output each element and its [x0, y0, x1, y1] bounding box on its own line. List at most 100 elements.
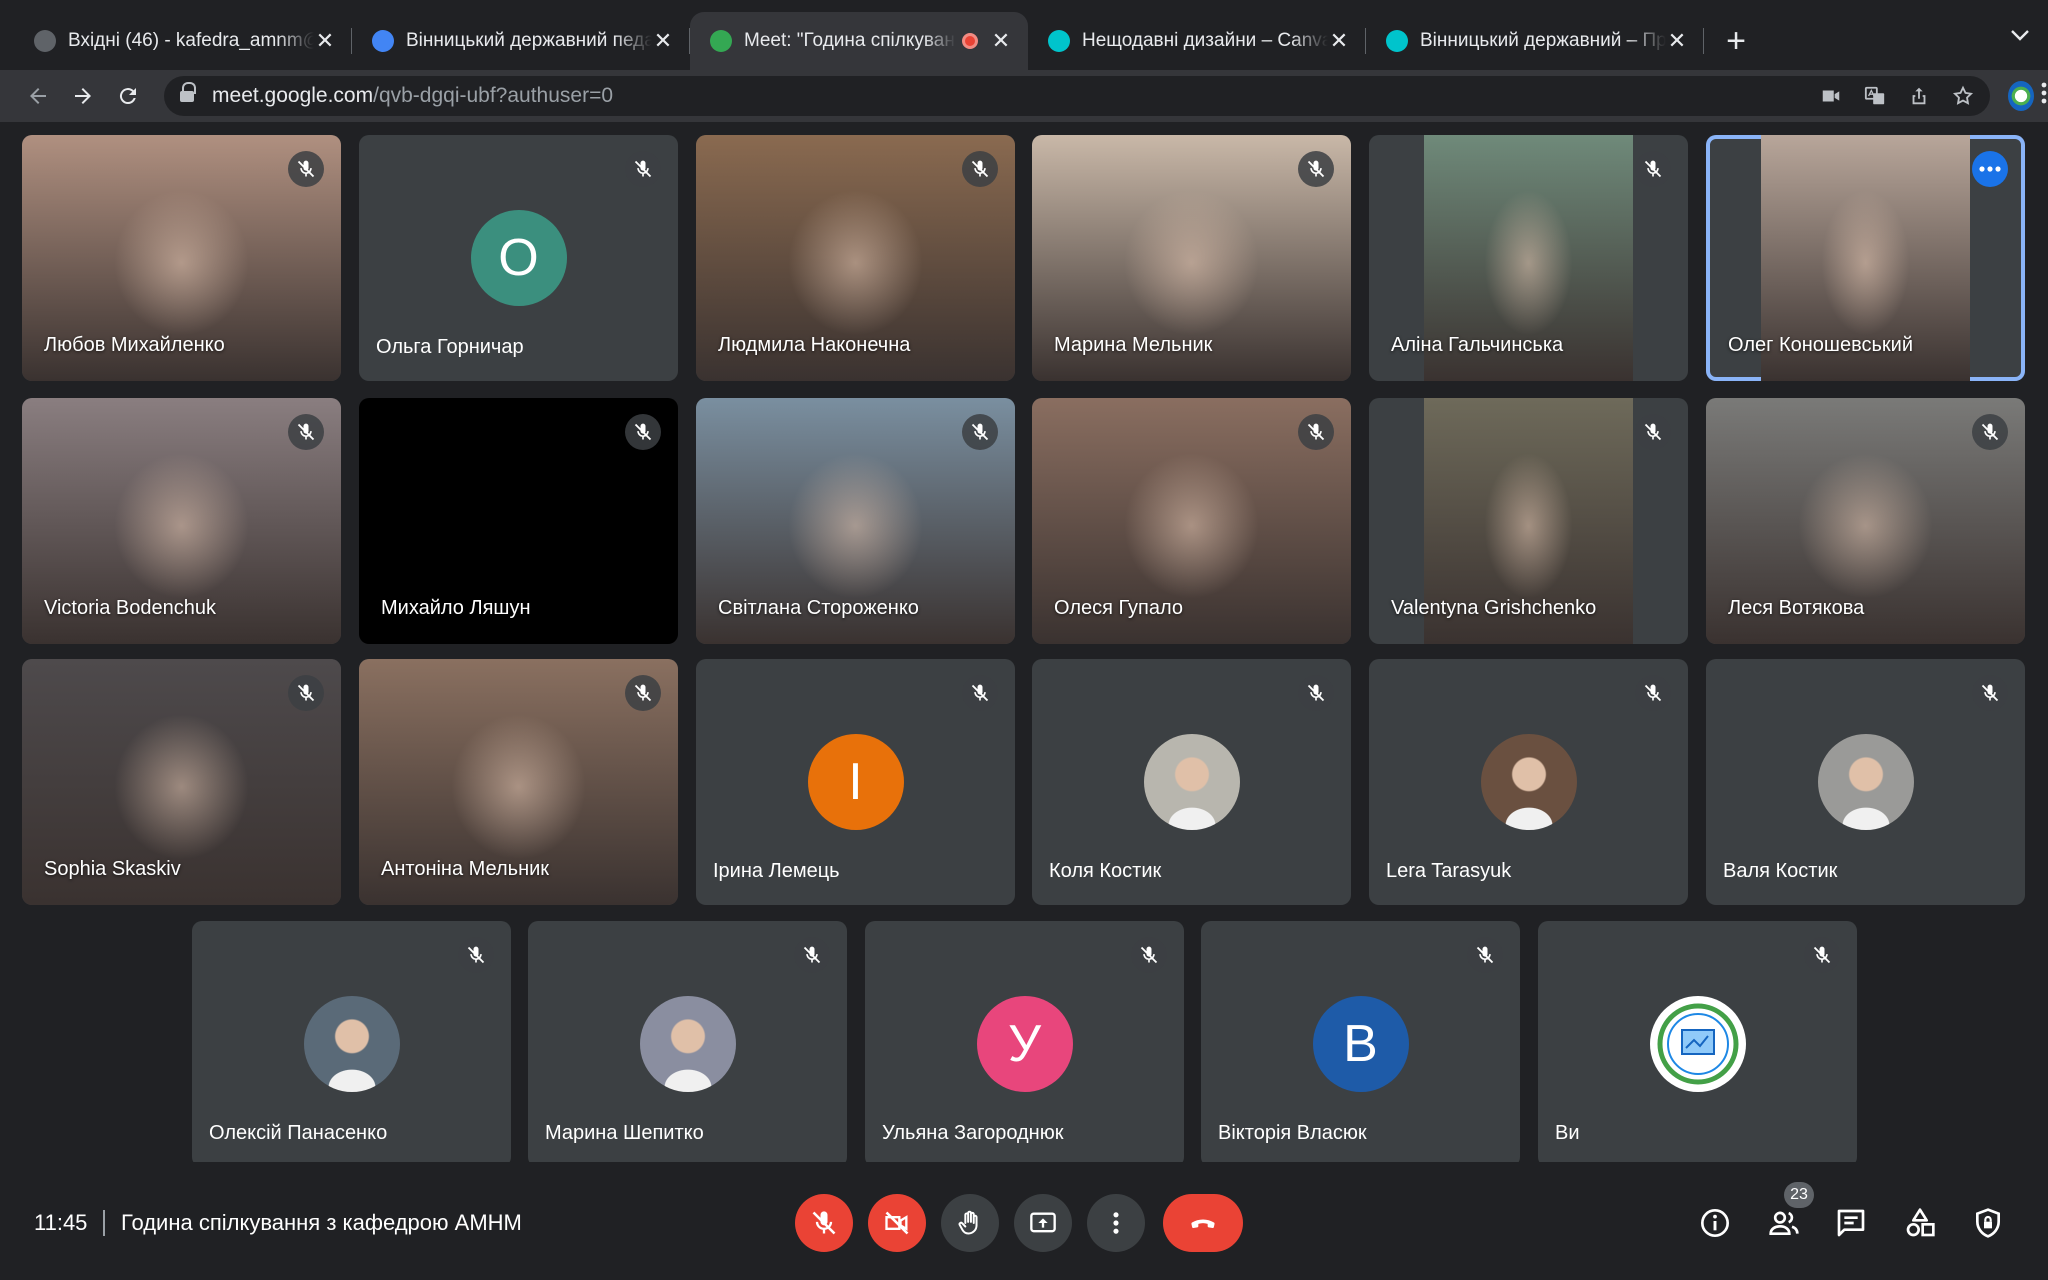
browser-tab-3[interactable]: Meet: "Година спілкування з кафедрою" ✕	[690, 12, 1028, 70]
tab-title: Нещодавні дизайни – Canva	[1082, 30, 1328, 51]
mic-off-icon	[962, 414, 998, 450]
camera-off-icon	[885, 1211, 909, 1235]
close-tab-icon[interactable]: ✕	[1666, 28, 1688, 54]
share-icon[interactable]	[1906, 83, 1932, 109]
university-logo-avatar	[1649, 996, 1746, 1092]
tab-title: Вінницький державний – Презентація	[1420, 30, 1666, 51]
participant-tile[interactable]: Світлана Стороженко	[696, 398, 1015, 644]
mic-off-icon	[794, 937, 830, 973]
profile-avatar[interactable]	[2008, 81, 2035, 111]
participant-count-badge: 23	[1784, 1182, 1814, 1208]
host-controls-button[interactable]	[1971, 1206, 2005, 1240]
present-screen-button[interactable]	[1014, 1194, 1072, 1252]
browser-tab-5[interactable]: Вінницький державний – Презентація✕	[1366, 12, 1704, 70]
more-horizontal-icon	[1979, 166, 2001, 172]
hand-icon	[958, 1210, 978, 1235]
participant-tile[interactable]: Леся Вотякова	[1706, 398, 2025, 644]
participant-avatar: І	[807, 734, 904, 830]
participant-name: Людмила Наконечна	[718, 334, 911, 356]
chat-button[interactable]	[1834, 1206, 1868, 1240]
people-icon	[1769, 1211, 1799, 1235]
leave-call-button[interactable]	[1163, 1194, 1243, 1252]
bookmark-star-icon[interactable]	[1950, 83, 1976, 109]
close-tab-icon[interactable]: ✕	[1328, 28, 1350, 54]
back-button[interactable]	[16, 73, 61, 119]
participant-tile[interactable]: Олег Коношевський	[1706, 135, 2025, 381]
tab-title: Вінницький державний педагогічний	[406, 30, 652, 51]
mic-off-icon	[1635, 675, 1671, 711]
new-tab-button[interactable]: +	[1714, 12, 1758, 70]
url-path: /qvb-dgqi-ubf?authuser=0	[373, 84, 614, 107]
participant-photo-avatar	[639, 996, 736, 1092]
participant-tile[interactable]: Валя Костик	[1706, 659, 2025, 905]
participant-tile[interactable]: І Ірина Лемець	[696, 659, 1015, 905]
participant-tile[interactable]: О Ольга Горничар	[359, 135, 678, 381]
browser-tab-1[interactable]: Вхідні (46) - kafedra_amnm@vspu.edu.ua✕	[14, 12, 352, 70]
participant-tile[interactable]: Марина Шепитко	[528, 921, 847, 1167]
tab-search-button[interactable]	[2010, 22, 2030, 48]
mic-off-icon	[962, 675, 998, 711]
mic-off-icon	[812, 1211, 836, 1235]
camera-toggle-button[interactable]	[868, 1194, 926, 1252]
participant-photo-avatar	[1817, 734, 1914, 830]
mic-off-icon	[288, 151, 324, 187]
close-tab-icon[interactable]: ✕	[314, 28, 336, 54]
participant-tile[interactable]: Valentyna Grishchenko	[1369, 398, 1688, 644]
participant-name: Ульяна Загороднюк	[882, 1122, 1064, 1144]
reload-button[interactable]	[105, 73, 150, 119]
close-tab-icon[interactable]: ✕	[990, 28, 1012, 54]
participant-name: Аліна Гальчинська	[1391, 334, 1564, 356]
participant-tile[interactable]: Антоніна Мельник	[359, 659, 678, 905]
reload-icon	[119, 88, 136, 105]
participants-button[interactable]	[1767, 1206, 1801, 1240]
profile-logo-icon	[2008, 81, 2035, 111]
mic-off-icon	[1298, 414, 1334, 450]
participant-tile[interactable]: Олексій Панасенко	[192, 921, 511, 1167]
participant-tile[interactable]: Sophia Skaskiv	[22, 659, 341, 905]
browser-menu-button[interactable]	[2040, 81, 2048, 112]
participant-tile[interactable]: Людмила Наконечна	[696, 135, 1015, 381]
participant-tile[interactable]: Олеся Гупало	[1032, 398, 1351, 644]
meeting-details-button[interactable]	[1698, 1206, 1732, 1240]
arrow-left-icon	[30, 88, 47, 104]
participant-tile[interactable]: Михайло Ляшун	[359, 398, 678, 644]
browser-tab-2[interactable]: Вінницький державний педагогічний✕	[352, 12, 690, 70]
participant-name: Олег Коношевський	[1728, 334, 1913, 356]
participant-tile[interactable]: У Ульяна Загороднюк	[865, 921, 1184, 1167]
participant-tile[interactable]: Любов Михайленко	[22, 135, 341, 381]
address-bar[interactable]: meet.google.com/qvb-dgqi-ubf?authuser=0	[164, 76, 1991, 116]
browser-tab-4[interactable]: Нещодавні дизайни – Canva ✕	[1028, 12, 1366, 70]
participant-name: Коля Костик	[1049, 860, 1162, 882]
mic-off-icon	[625, 414, 661, 450]
arrow-right-icon	[75, 88, 91, 104]
mic-off-icon	[1635, 414, 1671, 450]
participant-tile[interactable]: Коля Костик	[1032, 659, 1351, 905]
mic-off-icon	[1298, 675, 1334, 711]
camera-in-use-icon[interactable]	[1818, 83, 1844, 109]
participant-avatar: У	[976, 996, 1073, 1092]
participant-tile[interactable]: Victoria Bodenchuk	[22, 398, 341, 644]
close-tab-icon[interactable]: ✕	[652, 28, 674, 54]
activities-button[interactable]	[1903, 1206, 1937, 1240]
participant-tile[interactable]: Аліна Гальчинська	[1369, 135, 1688, 381]
participant-options-button[interactable]	[1972, 151, 2008, 187]
browser-toolbar: meet.google.com/qvb-dgqi-ubf?authuser=0	[0, 70, 2048, 122]
participant-name: Марина Мельник	[1054, 334, 1213, 356]
microphone-toggle-button[interactable]	[795, 1194, 853, 1252]
participant-tile[interactable]: Ви	[1538, 921, 1857, 1167]
participant-photo-avatar	[303, 996, 400, 1092]
present-icon	[1030, 1212, 1056, 1233]
raise-hand-button[interactable]	[941, 1194, 999, 1252]
tab-title: Meet: "Година спілкування з кафедрою"	[744, 30, 956, 51]
forward-button[interactable]	[61, 73, 106, 119]
participant-name: Ірина Лемець	[713, 860, 840, 882]
participant-tile[interactable]: Lera Tarasyuk	[1369, 659, 1688, 905]
participant-name: Lera Tarasyuk	[1386, 860, 1512, 882]
participant-avatar: В	[1312, 996, 1409, 1092]
translate-icon[interactable]	[1862, 83, 1888, 109]
more-options-button[interactable]	[1087, 1194, 1145, 1252]
participant-avatar: О	[470, 210, 567, 306]
participant-tile[interactable]: В Вікторія Власюк	[1201, 921, 1520, 1167]
title-divider	[103, 1210, 105, 1236]
participant-tile[interactable]: Марина Мельник	[1032, 135, 1351, 381]
